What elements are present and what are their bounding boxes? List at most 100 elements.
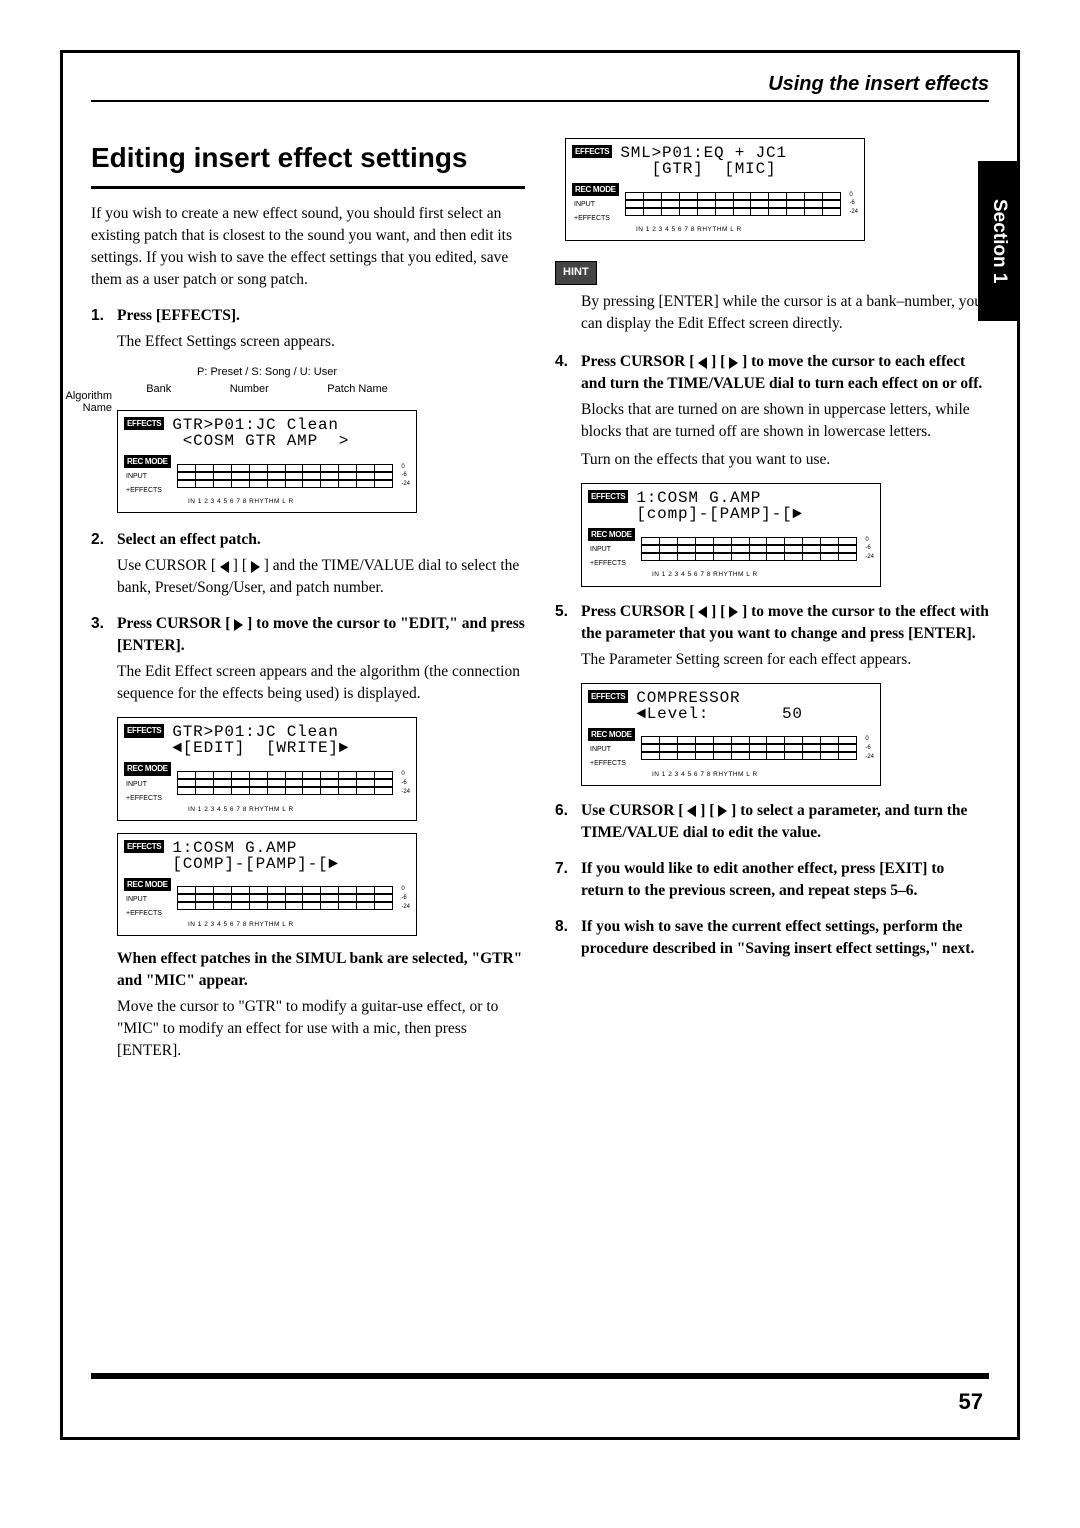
- step-6-head: Use CURSOR [ ] [ ] to select a parameter…: [581, 802, 967, 841]
- cursor-right-icon: [251, 561, 260, 573]
- step-1-head: Press [EFFECTS].: [117, 307, 240, 324]
- lcd-screen-2: EFFECTS GTR>P01:JC Clean ◄[EDIT] [WRITE]…: [117, 717, 417, 820]
- input-label: INPUT: [124, 895, 147, 905]
- lcd6-line1: COMPRESSOR: [636, 690, 802, 706]
- input-label: INPUT: [124, 780, 147, 790]
- plus-effects-label: +EFFECTS: [124, 909, 162, 919]
- lcd1-line2: <COSM GTR AMP >: [172, 433, 349, 449]
- recmode-badge: REC MODE: [572, 183, 619, 196]
- lcd3-line2: [COMP]-[PAMP]-[►: [172, 856, 338, 872]
- level-meter-grid: [177, 771, 394, 795]
- footer-rule: [91, 1373, 989, 1379]
- step-8-head: If you wish to save the current effect s…: [581, 918, 974, 957]
- simul-body: Move the cursor to "GTR" to modify a gui…: [117, 996, 525, 1062]
- meter-scale: 0-6-24: [401, 463, 410, 489]
- level-meter-grid: [177, 464, 394, 488]
- step-1-body: The Effect Settings screen appears.: [117, 331, 525, 353]
- lcd-screen-6: EFFECTS COMPRESSOR ◄Level: 50 REC MODE I…: [581, 683, 881, 786]
- step-7-num: 7.: [555, 858, 568, 880]
- input-label: INPUT: [588, 745, 611, 755]
- input-label: INPUT: [588, 545, 611, 555]
- page-title: Editing insert effect settings: [91, 138, 525, 189]
- level-meter-grid: [641, 537, 858, 561]
- steps-list-right: 4. Press CURSOR [ ] [ ] to move the curs…: [555, 351, 989, 960]
- intro-paragraph: If you wish to create a new effect sound…: [91, 203, 525, 291]
- step-5-num: 5.: [555, 601, 568, 623]
- step-6-num: 6.: [555, 800, 568, 822]
- content-columns: Editing insert effect settings If you wi…: [91, 138, 989, 1076]
- step-4-head: Press CURSOR [ ] [ ] to move the cursor …: [581, 353, 982, 392]
- step-3-head: Press CURSOR [ ] to move the cursor to "…: [117, 615, 525, 654]
- annot-number: Number: [230, 382, 269, 398]
- recmode-badge: REC MODE: [588, 528, 635, 541]
- effects-badge: EFFECTS: [124, 840, 164, 853]
- annot-algorithm: Algorithm Name: [57, 390, 112, 414]
- plus-effects-label: +EFFECTS: [124, 794, 162, 804]
- plus-effects-label: +EFFECTS: [572, 214, 610, 224]
- step-1-num: 1.: [91, 305, 104, 327]
- meter-footer: IN 1 2 3 4 5 6 7 8 RHYTHM L R: [188, 497, 410, 506]
- step-8: 8. If you wish to save the current effec…: [555, 916, 989, 960]
- lcd-screen-1: EFFECTS GTR>P01:JC Clean <COSM GTR AMP >…: [117, 410, 417, 513]
- cursor-left-icon: [220, 561, 229, 573]
- step-6: 6. Use CURSOR [ ] [ ] to select a parame…: [555, 800, 989, 844]
- left-column: Editing insert effect settings If you wi…: [91, 138, 525, 1076]
- annot-bank: Bank: [146, 382, 171, 398]
- recmode-badge: REC MODE: [124, 455, 171, 468]
- cursor-right-icon: [729, 606, 738, 618]
- cursor-left-icon: [698, 606, 707, 618]
- step-2-body: Use CURSOR [ ] [ ] and the TIME/VALUE di…: [117, 555, 525, 599]
- step-3: 3. Press CURSOR [ ] to move the cursor t…: [91, 613, 525, 1062]
- annot-topline: P: Preset / S: Song / U: User: [117, 365, 417, 381]
- cursor-right-icon: [718, 805, 727, 817]
- step-4: 4. Press CURSOR [ ] [ ] to move the curs…: [555, 351, 989, 586]
- lcd4-line2: [GTR] [MIC]: [620, 161, 786, 177]
- step-4-body2: Turn on the effects that you want to use…: [581, 449, 989, 471]
- lcd6-line2: ◄Level: 50: [636, 706, 802, 722]
- simul-subhead: When effect patches in the SIMUL bank ar…: [91, 948, 525, 992]
- hint-badge: HINT: [555, 261, 597, 285]
- step-2: 2. Select an effect patch. Use CURSOR [ …: [91, 529, 525, 599]
- lcd1-line1: GTR>P01:JC Clean: [172, 417, 349, 433]
- effects-badge: EFFECTS: [124, 724, 164, 737]
- lcd2-line1: GTR>P01:JC Clean: [172, 724, 349, 740]
- step-7: 7. If you would like to edit another eff…: [555, 858, 989, 902]
- step-4-body1: Blocks that are turned on are shown in u…: [581, 399, 989, 443]
- recmode-badge: REC MODE: [124, 762, 171, 775]
- plus-effects-label: +EFFECTS: [124, 486, 162, 496]
- step-5-head: Press CURSOR [ ] [ ] to move the cursor …: [581, 603, 989, 642]
- effects-badge: EFFECTS: [572, 145, 612, 158]
- step-1: 1. Press [EFFECTS]. The Effect Settings …: [91, 305, 525, 514]
- meter-footer: IN 1 2 3 4 5 6 7 8 RHYTHM L R: [188, 805, 410, 814]
- meter-footer: IN 1 2 3 4 5 6 7 8 RHYTHM L R: [636, 225, 858, 234]
- meter-footer: IN 1 2 3 4 5 6 7 8 RHYTHM L R: [188, 920, 410, 929]
- lcd-screen-4: EFFECTS SML>P01:EQ + JC1 [GTR] [MIC] REC…: [565, 138, 865, 241]
- recmode-badge: REC MODE: [588, 728, 635, 741]
- plus-effects-label: +EFFECTS: [588, 559, 626, 569]
- steps-list-left: 1. Press [EFFECTS]. The Effect Settings …: [91, 305, 525, 1063]
- page-number: 57: [959, 1389, 983, 1415]
- level-meter-grid: [625, 192, 842, 216]
- step-2-head: Select an effect patch.: [117, 531, 261, 548]
- step-5: 5. Press CURSOR [ ] [ ] to move the curs…: [555, 601, 989, 786]
- meter-footer: IN 1 2 3 4 5 6 7 8 RHYTHM L R: [652, 770, 874, 779]
- running-head: Using the insert effects: [91, 73, 989, 102]
- level-meter-grid: [177, 886, 394, 910]
- step-3-num: 3.: [91, 613, 104, 635]
- step-5-body: The Parameter Setting screen for each ef…: [581, 649, 989, 671]
- level-meter-grid: [641, 736, 858, 760]
- annot-patch: Patch Name: [327, 382, 388, 398]
- right-column: EFFECTS SML>P01:EQ + JC1 [GTR] [MIC] REC…: [555, 138, 989, 1076]
- plus-effects-label: +EFFECTS: [588, 759, 626, 769]
- lcd3-line1: 1:COSM G.AMP: [172, 840, 338, 856]
- lcd5-line2: [comp]-[PAMP]-[►: [636, 506, 802, 522]
- lcd-screen-5: EFFECTS 1:COSM G.AMP [comp]-[PAMP]-[► RE…: [581, 483, 881, 586]
- lcd-screen-3: EFFECTS 1:COSM G.AMP [COMP]-[PAMP]-[► RE…: [117, 833, 417, 936]
- lcd5-line1: 1:COSM G.AMP: [636, 490, 802, 506]
- step-4-num: 4.: [555, 351, 568, 373]
- step-8-num: 8.: [555, 916, 568, 938]
- cursor-left-icon: [687, 805, 696, 817]
- effects-badge: EFFECTS: [588, 690, 628, 703]
- step-7-head: If you would like to edit another effect…: [581, 860, 944, 899]
- lcd1-annotation: P: Preset / S: Song / U: User Algorithm …: [117, 365, 417, 514]
